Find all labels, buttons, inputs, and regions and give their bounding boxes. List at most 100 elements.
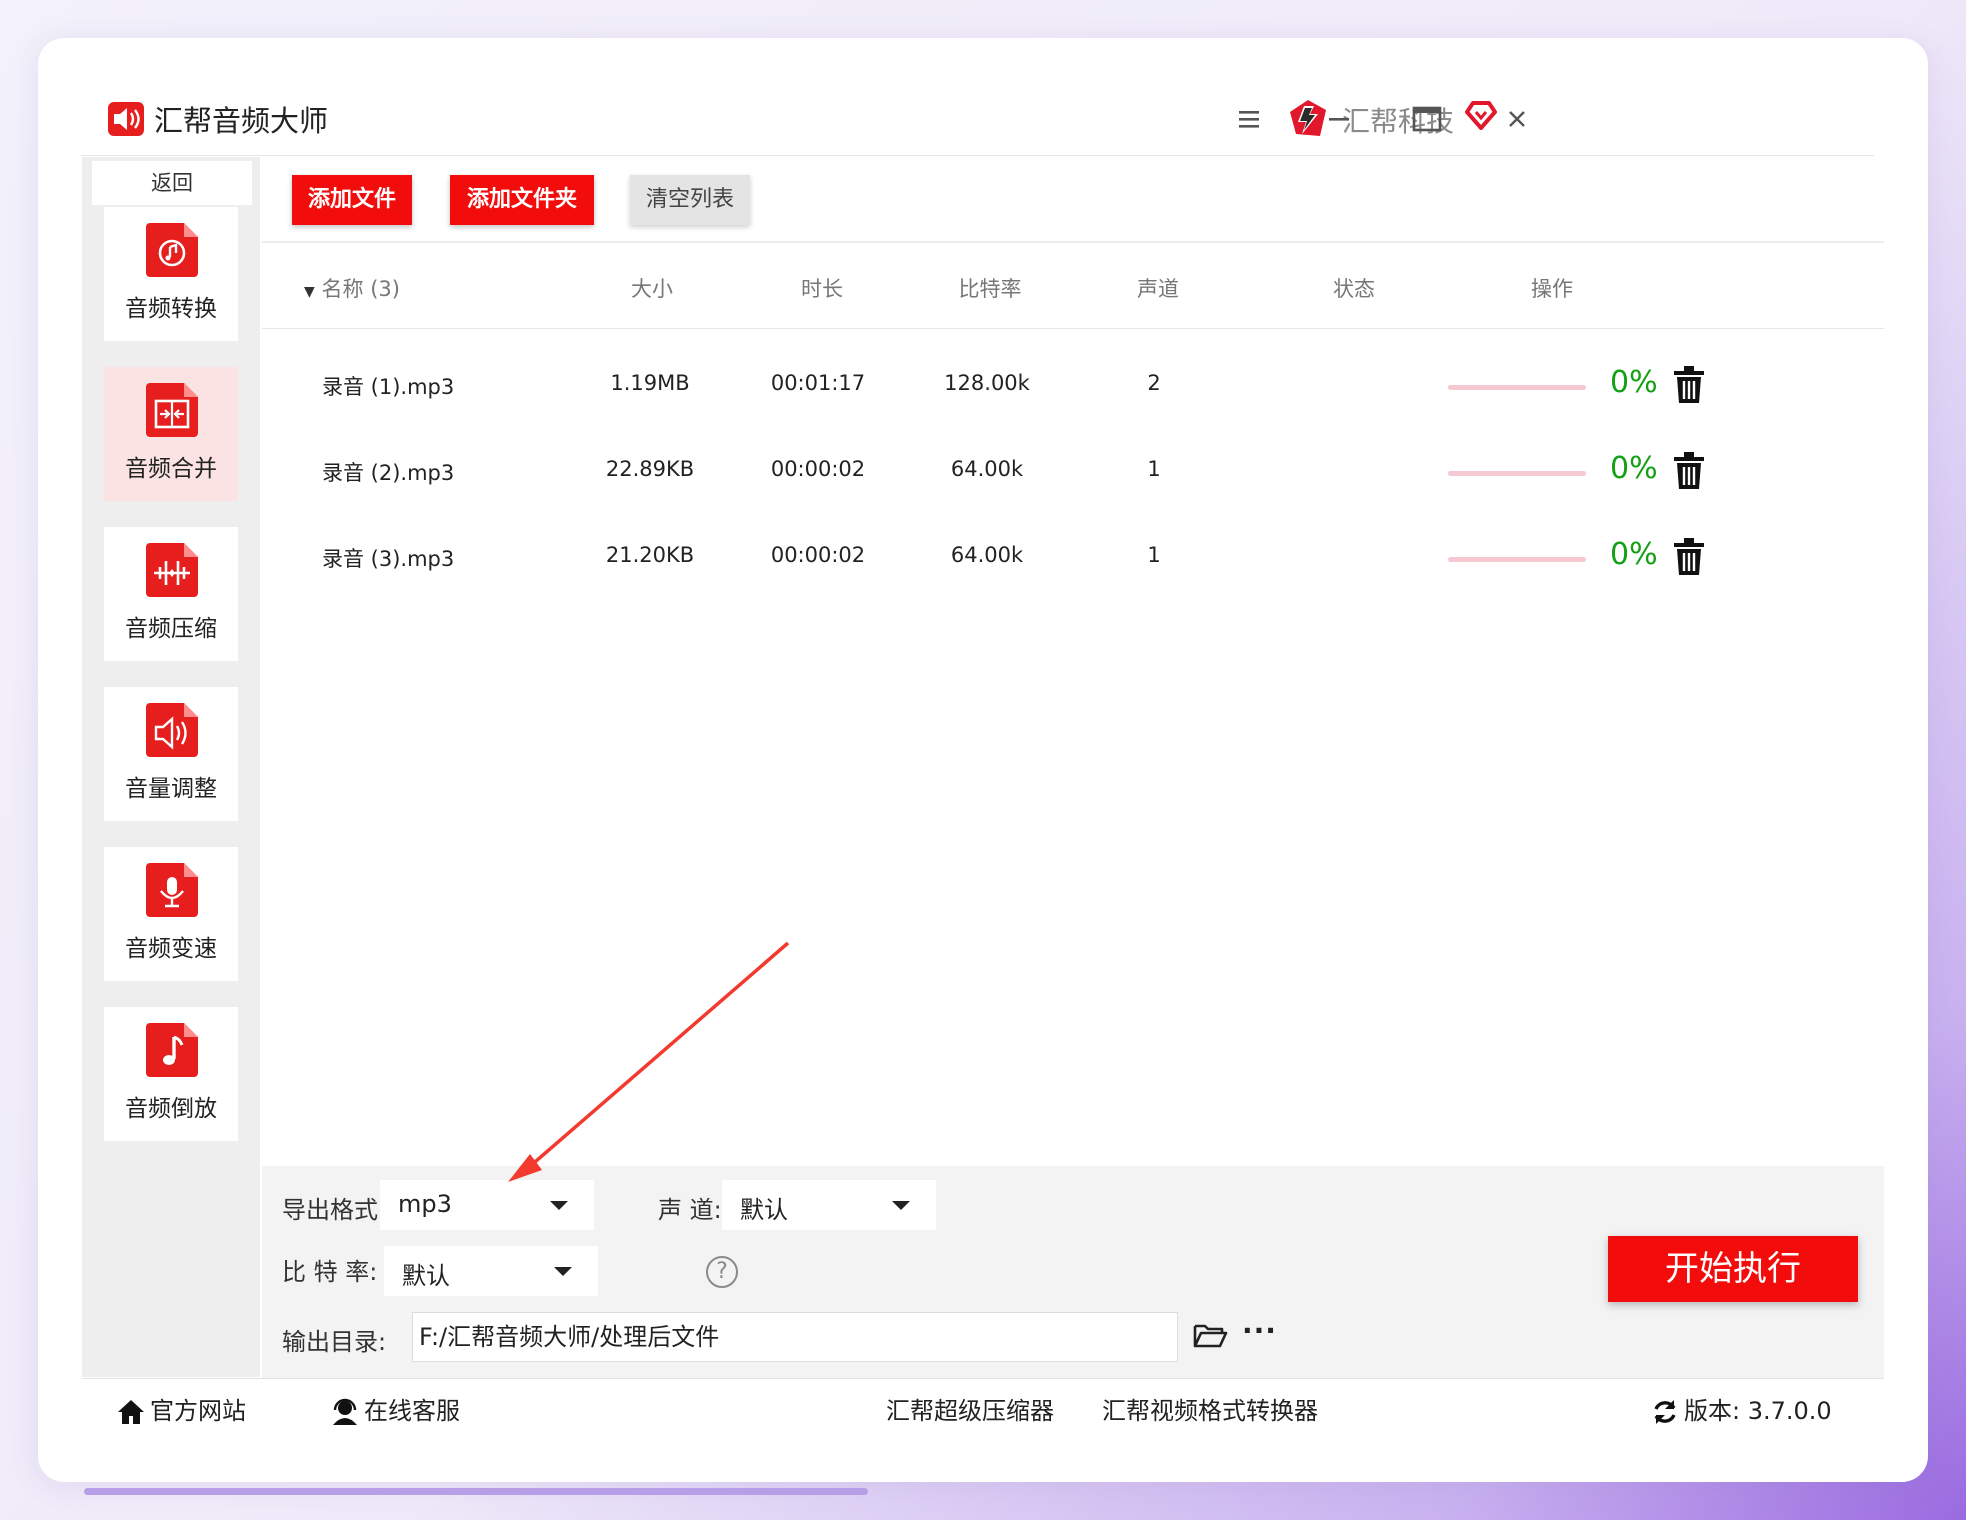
video-converter-link[interactable]: 汇帮视频格式转换器	[1102, 1391, 1318, 1426]
file-channel: 1	[1147, 543, 1161, 567]
table-row[interactable]: 录音 (1).mp3 1.19MB 00:01:17 128.00k 2 0%	[262, 345, 1884, 431]
microphone-icon	[146, 863, 198, 917]
back-button[interactable]: 返回	[92, 161, 252, 205]
status-percent: 0%	[1610, 451, 1658, 486]
add-file-button[interactable]: 添加文件	[292, 175, 412, 225]
file-duration: 00:00:02	[770, 457, 866, 481]
file-bitrate: 128.00k	[944, 371, 1030, 395]
status-percent: 0%	[1610, 537, 1658, 572]
footer-bar: 官方网站 在线客服 汇帮超级压缩器 汇帮视频格式转换器 版本: 3.7.0.0	[82, 1378, 1884, 1438]
add-folder-button[interactable]: 添加文件夹	[450, 175, 594, 225]
column-header-bitrate[interactable]: 比特率	[959, 273, 1022, 303]
speaker-logo-icon	[108, 102, 144, 136]
file-bitrate: 64.00k	[950, 457, 1024, 481]
file-duration: 00:01:17	[770, 371, 866, 395]
sort-down-icon: ▼	[304, 284, 315, 300]
sidebar-item-audio-reverse[interactable]: 音频倒放	[104, 1007, 238, 1141]
sidebar-item-volume[interactable]: 音量调整	[104, 687, 238, 821]
column-header-status: 状态	[1333, 277, 1375, 301]
audio-merge-icon	[146, 383, 198, 437]
progress-bar	[1448, 471, 1586, 476]
sidebar-item-label: 音频倒放	[125, 1096, 217, 1122]
file-channel: 2	[1147, 371, 1161, 395]
bitrate-select[interactable]: 默认	[384, 1246, 598, 1296]
sidebar: 返回 音频转换 音频合并 音频压缩 音量调整 音频变速 音频倒放	[82, 157, 260, 1377]
chevron-down-icon	[550, 1201, 568, 1210]
table-row[interactable]: 录音 (2).mp3 22.89KB 00:00:02 64.00k 1 0%	[262, 431, 1884, 517]
column-header-channel[interactable]: 声道	[1137, 273, 1179, 303]
maximize-icon[interactable]	[1410, 102, 1444, 136]
version-info[interactable]: 版本: 3.7.0.0	[1650, 1391, 1832, 1427]
output-dir-field[interactable]: F:/汇帮音频大师/处理后文件	[412, 1312, 1178, 1362]
output-dir-label: 输出目录:	[282, 1328, 387, 1356]
file-name: 录音 (2).mp3	[322, 461, 455, 485]
sidebar-item-audio-speed[interactable]: 音频变速	[104, 847, 238, 981]
trash-icon[interactable]	[1672, 537, 1706, 577]
file-size: 1.19MB	[610, 371, 690, 395]
channel-label: 声 道:	[658, 1196, 722, 1224]
support-agent-icon	[333, 1398, 357, 1425]
file-table: ▼ 名称 (3) 大小 时长 比特率 声道 状态 操作 录音 (1).mp3 1…	[262, 245, 1884, 1165]
column-header-name[interactable]: ▼ 名称 (3)	[304, 273, 400, 303]
column-header-action: 操作	[1531, 277, 1573, 301]
official-website-label: 官方网站	[150, 1397, 246, 1425]
bitrate-label: 比 特 率:	[282, 1258, 378, 1286]
table-header: ▼ 名称 (3) 大小 时长 比特率 声道 状态 操作	[262, 245, 1884, 329]
progress-bar	[1448, 557, 1586, 562]
app-window: 汇帮音频大师 汇帮科技 返回 音频转换 音频合并 音频压缩 音量调整 音频变速 …	[82, 80, 1884, 1460]
toolbar: 添加文件 添加文件夹 清空列表	[262, 157, 1884, 243]
minimize-icon[interactable]	[1322, 102, 1356, 136]
more-options-icon[interactable]: ···	[1242, 1314, 1277, 1347]
sidebar-item-audio-merge[interactable]: 音频合并	[104, 367, 238, 501]
sidebar-item-label: 音频变速	[125, 936, 217, 962]
version-label: 版本: 3.7.0.0	[1684, 1397, 1832, 1425]
format-select[interactable]: mp3	[380, 1180, 594, 1230]
sidebar-item-label: 音频转换	[125, 296, 217, 322]
close-icon[interactable]	[1500, 102, 1534, 136]
status-percent: 0%	[1610, 365, 1658, 400]
menu-icon[interactable]	[1232, 102, 1266, 136]
audio-compress-icon	[146, 543, 198, 597]
music-note-icon	[146, 1023, 198, 1077]
home-icon	[118, 1400, 144, 1424]
folder-open-icon[interactable]	[1192, 1318, 1228, 1352]
bitrate-select-value: 默认	[402, 1262, 450, 1290]
file-name: 录音 (3).mp3	[322, 547, 455, 571]
title-bar: 汇帮音频大师 汇帮科技	[82, 80, 1874, 156]
output-settings: 导出格式: mp3 声 道: 默认 比 特 率: 默认 ? 输出目录: F:/汇…	[262, 1166, 1884, 1378]
trash-icon[interactable]	[1672, 451, 1706, 491]
format-label: 导出格式:	[282, 1196, 387, 1224]
table-row[interactable]: 录音 (3).mp3 21.20KB 00:00:02 64.00k 1 0%	[262, 517, 1884, 603]
online-support-label: 在线客服	[364, 1397, 460, 1425]
start-button[interactable]: 开始执行	[1608, 1236, 1858, 1302]
sidebar-item-label: 音频合并	[125, 456, 217, 482]
official-website-link[interactable]: 官方网站	[116, 1391, 246, 1427]
volume-icon	[146, 703, 198, 757]
help-icon[interactable]: ?	[706, 1256, 738, 1288]
sidebar-item-audio-compress[interactable]: 音频压缩	[104, 527, 238, 661]
chevron-down-icon	[554, 1267, 572, 1276]
trash-icon[interactable]	[1672, 365, 1706, 405]
compressor-link[interactable]: 汇帮超级压缩器	[886, 1391, 1054, 1426]
progress-bar	[1448, 385, 1586, 390]
refresh-icon	[1654, 1400, 1676, 1424]
audio-convert-icon	[146, 223, 198, 277]
file-name: 录音 (1).mp3	[322, 375, 455, 399]
online-support-link[interactable]: 在线客服	[330, 1391, 460, 1427]
scrollbar[interactable]	[84, 1488, 868, 1495]
sidebar-item-audio-convert[interactable]: 音频转换	[104, 207, 238, 341]
sidebar-item-label: 音量调整	[125, 776, 217, 802]
file-bitrate: 64.00k	[950, 543, 1024, 567]
channel-select-value: 默认	[740, 1196, 788, 1224]
app-title: 汇帮音频大师	[154, 104, 329, 138]
column-header-duration[interactable]: 时长	[801, 273, 843, 303]
file-size: 22.89KB	[605, 457, 695, 481]
file-channel: 1	[1147, 457, 1161, 481]
file-size: 21.20KB	[605, 543, 695, 567]
heart-icon	[1465, 101, 1497, 130]
clear-list-button[interactable]: 清空列表	[630, 175, 750, 225]
column-header-size[interactable]: 大小	[631, 273, 673, 303]
format-select-value: mp3	[398, 1190, 452, 1218]
sidebar-item-label: 音频压缩	[125, 616, 217, 642]
channel-select[interactable]: 默认	[722, 1180, 936, 1230]
